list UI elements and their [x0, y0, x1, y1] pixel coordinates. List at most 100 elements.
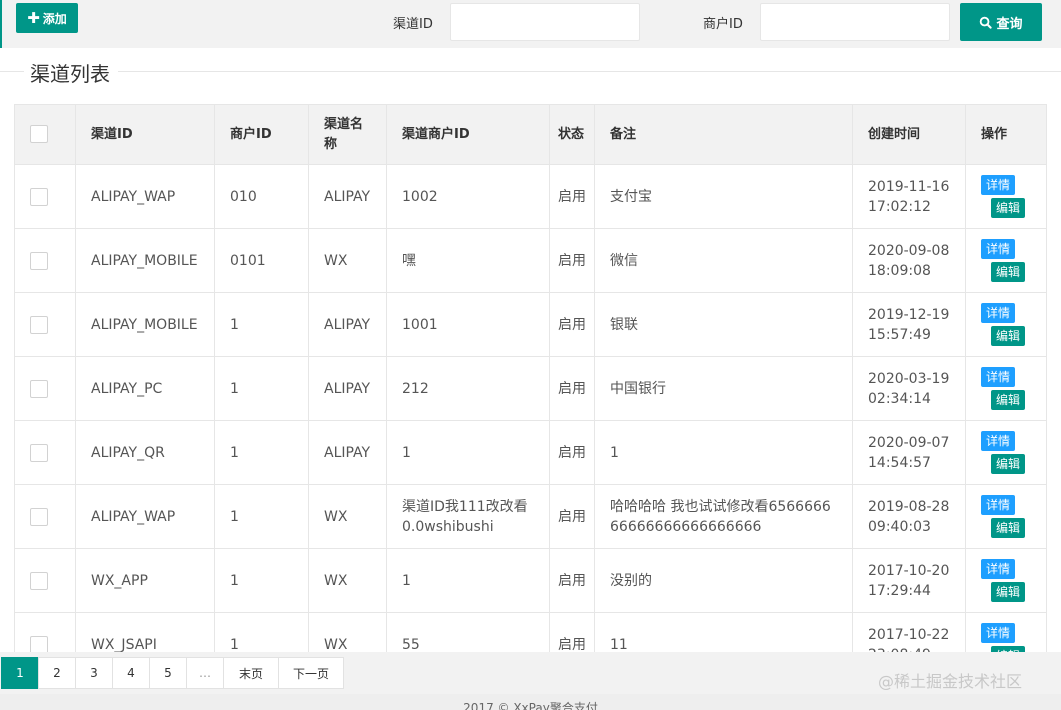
cell-created-at: 2019-11-16 17:02:12	[852, 164, 966, 229]
section-title: 渠道列表	[28, 58, 112, 87]
row-checkbox[interactable]	[30, 443, 48, 462]
footer-copyright: 2017 © XxPay聚合支付	[0, 694, 1061, 710]
cell-channel-merchant-id: 嘿	[386, 228, 550, 293]
cell-channel-id: ALIPAY_MOBILE	[75, 292, 215, 357]
row-checkbox[interactable]	[30, 187, 48, 206]
channel-id-input[interactable]	[450, 3, 640, 41]
row-checkbox[interactable]	[30, 571, 48, 590]
page-ellipsis: …	[186, 657, 224, 689]
cell-channel-name: ALIPAY	[308, 292, 387, 357]
row-checkbox[interactable]	[30, 315, 48, 334]
cell-remark: 微信	[594, 228, 853, 293]
search-icon	[980, 16, 993, 29]
query-button[interactable]: 查询	[960, 3, 1042, 41]
cell-remark: 支付宝	[594, 164, 853, 229]
edit-button[interactable]: 编辑	[991, 326, 1026, 346]
cell-status: 启用	[549, 228, 595, 293]
header-actions: 操作	[965, 104, 1047, 165]
select-all-checkbox[interactable]	[30, 125, 48, 143]
cell-created-at: 2020-09-08 18:09:08	[852, 228, 966, 293]
cell-merchant-id: 1	[214, 548, 309, 613]
cell-channel-name: ALIPAY	[308, 420, 387, 485]
header-created-at[interactable]: 创建时间	[852, 104, 966, 165]
page-1-button[interactable]: 1	[1, 657, 39, 689]
page-4-button[interactable]: 4	[112, 657, 150, 689]
cell-actions: 详情 编辑	[965, 228, 1047, 293]
cell-channel-id: WX_APP	[75, 548, 215, 613]
row-checkbox[interactable]	[30, 635, 48, 654]
cell-actions: 详情 编辑	[965, 356, 1047, 421]
table-row: ALIPAY_MOBILE 1 ALIPAY 1001 启用 银联 2019-1…	[14, 292, 1047, 357]
cell-merchant-id: 1	[214, 420, 309, 485]
edit-button[interactable]: 编辑	[991, 582, 1026, 602]
cell-merchant-id: 1	[214, 356, 309, 421]
detail-button[interactable]: 详情	[981, 559, 1016, 579]
cell-actions: 详情 编辑	[965, 548, 1047, 613]
cell-channel-name: WX	[308, 228, 387, 293]
detail-button[interactable]: 详情	[981, 303, 1016, 323]
cell-channel-name: WX	[308, 484, 387, 549]
header-status[interactable]: 状态	[549, 104, 595, 165]
detail-button[interactable]: 详情	[981, 367, 1016, 387]
plus-icon: ✚	[27, 8, 40, 27]
cell-status: 启用	[549, 484, 595, 549]
cell-created-at: 2020-09-07 14:54:57	[852, 420, 966, 485]
next-page-button[interactable]: 下一页	[278, 657, 344, 689]
header-channel-name[interactable]: 渠道名称	[308, 104, 387, 165]
cell-created-at: 2017-10-20 17:29:44	[852, 548, 966, 613]
edit-button[interactable]: 编辑	[991, 454, 1026, 474]
detail-button[interactable]: 详情	[981, 175, 1016, 195]
cell-merchant-id: 010	[214, 164, 309, 229]
page-2-button[interactable]: 2	[38, 657, 76, 689]
page-5-button[interactable]: 5	[149, 657, 187, 689]
edit-button[interactable]: 编辑	[991, 518, 1026, 538]
cell-channel-merchant-id: 212	[386, 356, 550, 421]
detail-button[interactable]: 详情	[981, 431, 1016, 451]
cell-actions: 详情 编辑	[965, 420, 1047, 485]
legend-divider-right	[118, 71, 1061, 72]
edit-button[interactable]: 编辑	[991, 198, 1026, 218]
header-merchant-id[interactable]: 商户ID	[214, 104, 309, 165]
page: ✚ 添加 渠道ID 商户ID 查询 渠道列表 渠道ID 商户ID 渠道名称 渠道…	[0, 0, 1061, 710]
pagination: 1 2 3 4 5 … 末页 下一页	[1, 657, 344, 689]
header-channel-merchant-id[interactable]: 渠道商户ID	[386, 104, 550, 165]
header-remark[interactable]: 备注	[594, 104, 853, 165]
cell-status: 启用	[549, 420, 595, 485]
cell-channel-merchant-id: 1	[386, 548, 550, 613]
cell-channel-id: ALIPAY_MOBILE	[75, 228, 215, 293]
edit-button[interactable]: 编辑	[991, 390, 1026, 410]
table-row: ALIPAY_MOBILE 0101 WX 嘿 启用 微信 2020-09-08…	[14, 228, 1047, 293]
query-button-label: 查询	[996, 16, 1023, 32]
row-checkbox-cell	[14, 164, 76, 229]
legend-divider-left	[0, 71, 24, 72]
header-channel-id[interactable]: 渠道ID	[75, 104, 215, 165]
cell-remark: 中国银行	[594, 356, 853, 421]
cell-remark: 1	[594, 420, 853, 485]
watermark: @稀土掘金技术社区	[878, 672, 1023, 691]
row-checkbox[interactable]	[30, 251, 48, 270]
cell-channel-id: ALIPAY_WAP	[75, 484, 215, 549]
add-button-label: 添加	[42, 11, 67, 26]
channel-table: 渠道ID 商户ID 渠道名称 渠道商户ID 状态 备注 创建时间 操作 ALIP…	[14, 104, 1047, 677]
merchant-id-label: 商户ID	[703, 17, 743, 32]
row-checkbox[interactable]	[30, 379, 48, 398]
row-checkbox-cell	[14, 548, 76, 613]
cell-channel-merchant-id: 1002	[386, 164, 550, 229]
merchant-id-input[interactable]	[760, 3, 950, 41]
cell-actions: 详情 编辑	[965, 164, 1047, 229]
page-3-button[interactable]: 3	[75, 657, 113, 689]
edit-button[interactable]: 编辑	[991, 262, 1026, 282]
detail-button[interactable]: 详情	[981, 623, 1016, 643]
row-checkbox[interactable]	[30, 507, 48, 526]
detail-button[interactable]: 详情	[981, 239, 1016, 259]
table-row: ALIPAY_PC 1 ALIPAY 212 启用 中国银行 2020-03-1…	[14, 356, 1047, 421]
last-page-button[interactable]: 末页	[223, 657, 279, 689]
detail-button[interactable]: 详情	[981, 495, 1016, 515]
row-checkbox-cell	[14, 292, 76, 357]
table-row: WX_APP 1 WX 1 启用 没别的 2017-10-20 17:29:44…	[14, 548, 1047, 613]
cell-channel-merchant-id: 渠道ID我111改改看0.0wshibushi	[386, 484, 550, 549]
cell-status: 启用	[549, 356, 595, 421]
cell-created-at: 2019-08-28 09:40:03	[852, 484, 966, 549]
add-button[interactable]: ✚ 添加	[16, 3, 78, 33]
cell-status: 启用	[549, 292, 595, 357]
